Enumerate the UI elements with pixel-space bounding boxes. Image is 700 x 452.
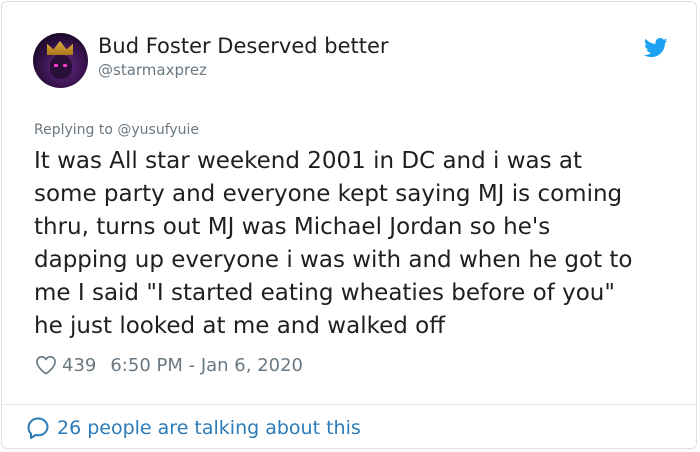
twitter-bird-icon[interactable]: [644, 38, 668, 58]
avatar-face: [50, 55, 72, 79]
timestamp[interactable]: 6:50 PM - Jan 6, 2020: [110, 355, 303, 376]
tweet-text-line: some party and everyone kept saying MJ i…: [34, 181, 623, 207]
tweet-text-line: dapping up everyone i was with and when …: [34, 247, 633, 273]
display-name[interactable]: Bud Foster Deserved better: [98, 34, 389, 58]
conversation-link[interactable]: 26 people are talking about this: [26, 416, 361, 440]
conversation-label: 26 people are talking about this: [57, 417, 361, 439]
like-count[interactable]: 439: [62, 355, 96, 376]
heart-icon[interactable]: [35, 355, 57, 375]
tweet-card: Bud Foster Deserved better @starmaxprez …: [1, 1, 697, 449]
tweet-text-line: thru, turns out MJ was Michael Jordan so…: [34, 214, 551, 240]
divider: [2, 404, 696, 405]
user-handle[interactable]: @starmaxprez: [98, 61, 207, 79]
avatar-eye: [63, 64, 67, 67]
tweet-meta: 439 6:50 PM - Jan 6, 2020: [35, 353, 303, 377]
speech-bubble-icon: [27, 417, 49, 439]
tweet-text: It was All star weekend 2001 in DC and i…: [34, 145, 674, 343]
crown-icon: [47, 41, 73, 55]
tweet-text-line: he just looked at me and walked off: [34, 313, 446, 339]
avatar[interactable]: [33, 33, 88, 88]
avatar-eye: [54, 64, 58, 67]
replying-to[interactable]: Replying to @yusufyuie: [34, 122, 199, 138]
tweet-text-line: It was All star weekend 2001 in DC and i…: [34, 148, 583, 174]
tweet-text-line: me I said "I started eating wheaties bef…: [34, 280, 615, 306]
